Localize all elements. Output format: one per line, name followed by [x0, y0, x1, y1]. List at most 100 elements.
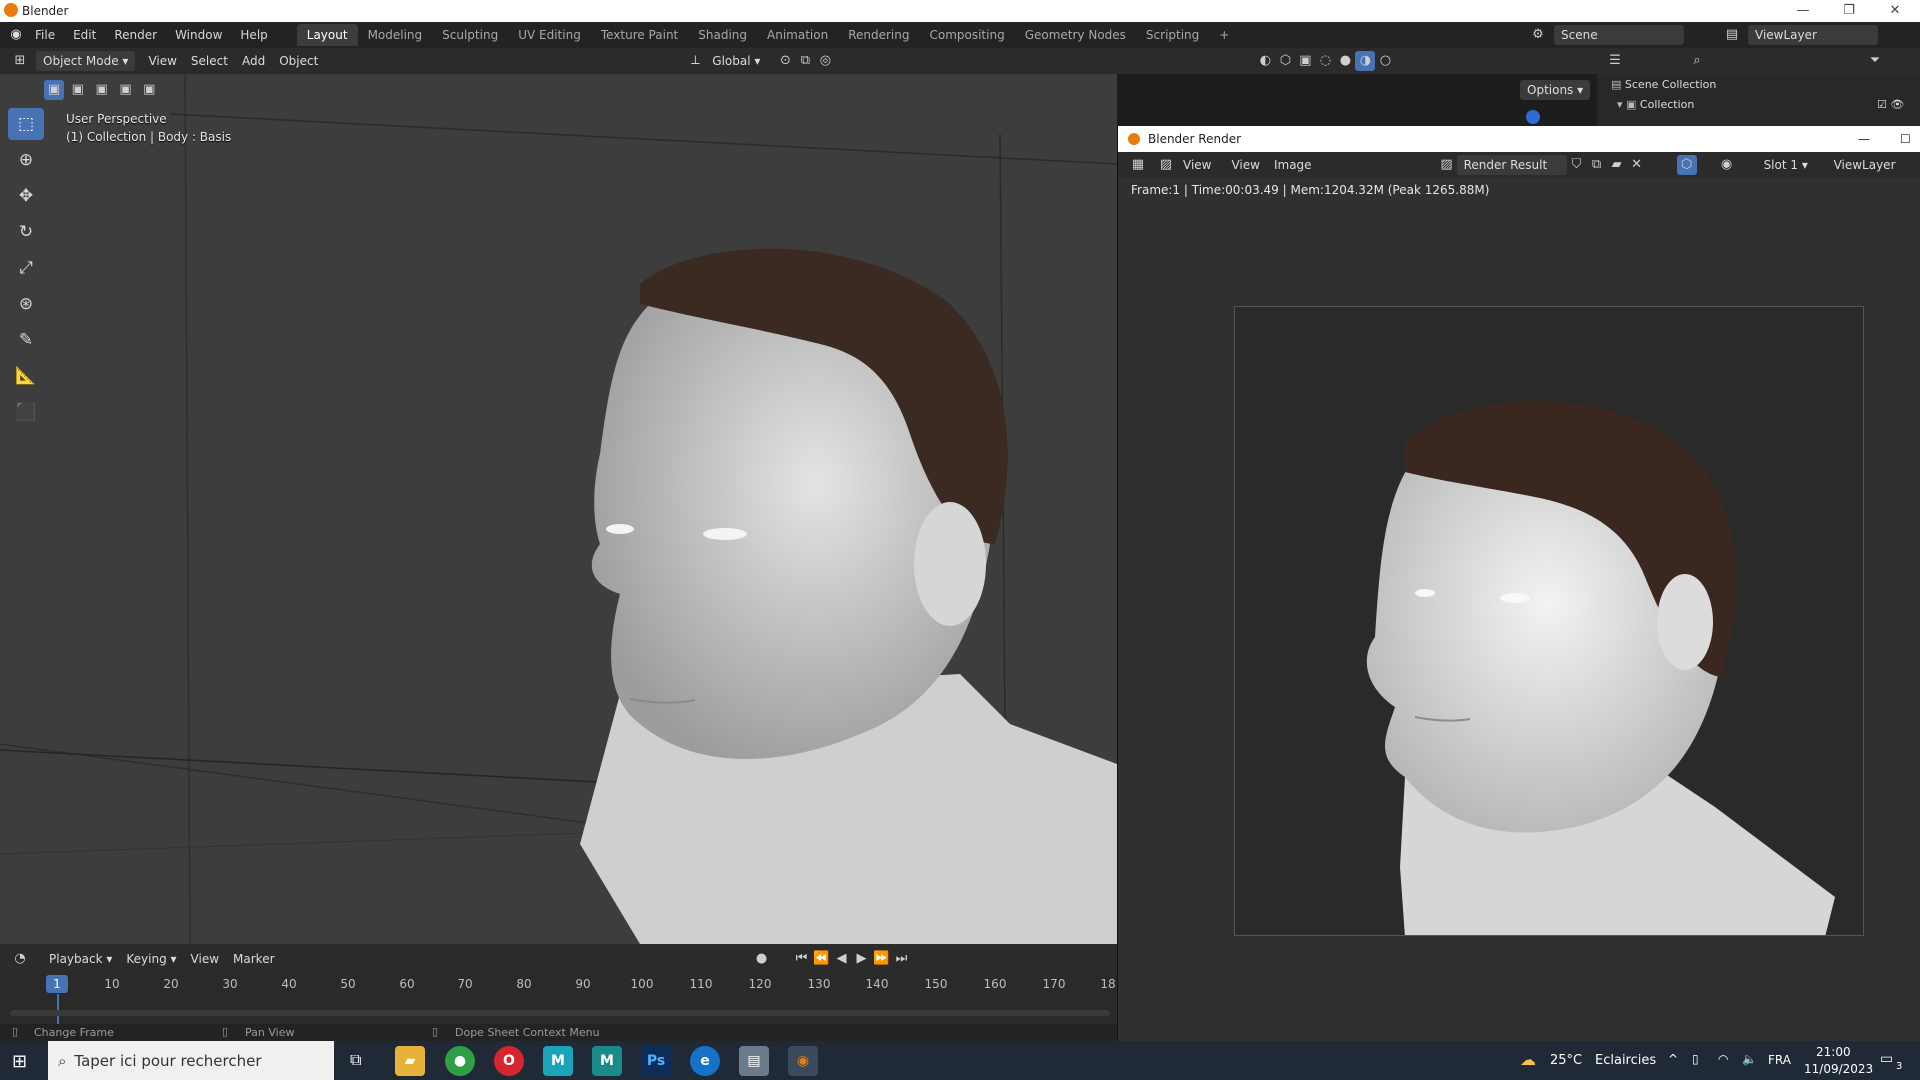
jump-keyframe-forward-icon[interactable]: ⏩ [872, 949, 892, 969]
photoshop-icon[interactable]: Ps [641, 1046, 671, 1076]
image-view-mode-icon[interactable]: ▨ [1156, 155, 1176, 175]
object-mode-dropdown[interactable]: Object Mode ▾ [36, 51, 136, 71]
menu-view[interactable]: View [141, 51, 183, 71]
new-image-icon[interactable]: ⧉ [1587, 155, 1607, 175]
render-overlay-icon[interactable]: ◉ [1717, 155, 1737, 175]
visibility-icon[interactable]: ☑ 👁 [1877, 98, 1904, 111]
gizmo-icon[interactable]: ◐ [1255, 51, 1275, 71]
collection-expand-icon[interactable]: ▾ ▣ [1617, 98, 1640, 111]
volume-icon[interactable]: 🔈 [1742, 1052, 1757, 1066]
close-button[interactable]: ✕ [1872, 0, 1918, 22]
image-browse-icon[interactable]: ▨ [1437, 155, 1457, 175]
image-editor-type-icon[interactable]: ▦ [1128, 155, 1148, 175]
render-result-image[interactable] [1234, 306, 1864, 936]
navigation-gizmo-icon[interactable] [1526, 110, 1540, 124]
task-view-icon[interactable]: ⧉ [350, 1050, 361, 1070]
render-window-maximize-button[interactable]: ☐ [1900, 132, 1911, 146]
tab-compositing[interactable]: Compositing [919, 24, 1014, 46]
timeline-view-menu[interactable]: View [184, 949, 226, 969]
opera-icon[interactable]: O [494, 1046, 524, 1076]
unlink-image-icon[interactable]: ✕ [1627, 155, 1647, 175]
render-menu-image[interactable]: Image [1267, 155, 1319, 175]
weather-text[interactable]: Eclaircies [1595, 1053, 1656, 1068]
menu-render[interactable]: Render [105, 22, 166, 48]
select-subtract-icon[interactable]: ▣ [92, 80, 112, 100]
current-frame-indicator[interactable]: 1 [46, 975, 68, 993]
tray-chevron-icon[interactable]: ^ [1668, 1052, 1678, 1066]
tab-rendering[interactable]: Rendering [838, 24, 919, 46]
clock-date[interactable]: 11/09/2023 [1804, 1062, 1873, 1076]
tab-shading[interactable]: Shading [688, 24, 757, 46]
timeline-scrollbar[interactable] [10, 1010, 1110, 1016]
menu-edit[interactable]: Edit [64, 22, 105, 48]
notification-icon[interactable]: ▭ [1880, 1051, 1893, 1067]
play-icon[interactable]: ▶ [852, 949, 872, 969]
chrome-icon[interactable]: ● [445, 1046, 475, 1076]
mudbox-icon[interactable]: M [592, 1046, 622, 1076]
select-box-tool-icon[interactable]: ⬚ [8, 108, 44, 140]
tab-texture-paint[interactable]: Texture Paint [591, 24, 688, 46]
overlay-icon[interactable]: ⬡ [1275, 51, 1295, 71]
language-indicator[interactable]: FRA [1768, 1053, 1791, 1067]
select-new-icon[interactable]: ▣ [44, 80, 64, 100]
render-view-layer[interactable]: ViewLayer [1827, 155, 1903, 175]
tray-device-icon[interactable]: ▯ [1692, 1052, 1699, 1066]
wireframe-shading-icon[interactable]: ◌ [1315, 51, 1335, 71]
outliner-search-icon[interactable]: ⌕ [1687, 51, 1707, 71]
windows-start-icon[interactable]: ⊞ [12, 1051, 27, 1072]
view-layer-selector[interactable]: ViewLayer [1748, 25, 1878, 45]
tab-animation[interactable]: Animation [757, 24, 838, 46]
edge-icon[interactable]: e [690, 1046, 720, 1076]
menu-file[interactable]: File [26, 22, 64, 48]
tab-geometry-nodes[interactable]: Geometry Nodes [1015, 24, 1136, 46]
keying-menu[interactable]: Keying ▾ [119, 949, 183, 969]
pivot-icon[interactable]: ⊙ [775, 51, 795, 71]
scene-collection-row[interactable]: ▤ Scene Collection [1611, 78, 1716, 91]
weather-temp[interactable]: 25°C [1550, 1053, 1582, 1068]
xray-icon[interactable]: ▣ [1295, 51, 1315, 71]
timeline-area[interactable]: 1 10 20 30 40 50 60 70 80 90 100 110 120… [0, 974, 1117, 1024]
outliner-display-icon[interactable]: ☰ [1605, 51, 1625, 71]
solid-shading-icon[interactable]: ● [1335, 51, 1355, 71]
render-window-minimize-button[interactable]: — [1858, 132, 1870, 146]
frame-ruler[interactable]: 1 10 20 30 40 50 60 70 80 90 100 110 120… [0, 974, 1117, 994]
outliner-filter-icon[interactable]: ⏷ [1865, 51, 1885, 71]
cursor-tool-icon[interactable]: ⊕ [8, 144, 44, 176]
taskbar-search[interactable]: ⌕ Taper ici pour rechercher [48, 1041, 334, 1080]
network-icon[interactable]: ◠ [1718, 1052, 1728, 1066]
jump-end-icon[interactable]: ⏭ [892, 949, 912, 969]
orientation-dropdown[interactable]: Global ▾ [705, 51, 767, 71]
tab-sculpting[interactable]: Sculpting [432, 24, 508, 46]
playback-menu[interactable]: Playback ▾ [42, 949, 119, 969]
render-menu-view-1[interactable]: View [1176, 155, 1218, 175]
tab-layout[interactable]: Layout [296, 24, 358, 46]
maya-icon[interactable]: M [543, 1046, 573, 1076]
file-explorer-icon[interactable]: ▰ [395, 1046, 425, 1076]
fake-user-icon[interactable]: ⛉ [1567, 155, 1587, 175]
menu-select[interactable]: Select [184, 51, 235, 71]
blender-menu-icon[interactable]: ◉ [6, 25, 26, 45]
slot-dropdown[interactable]: Slot 1 ▾ [1757, 155, 1827, 175]
menu-object[interactable]: Object [272, 51, 325, 71]
collection-row[interactable]: ▾ ▣ Collection ☑ 👁 [1617, 98, 1917, 111]
select-invert-icon[interactable]: ▣ [115, 80, 135, 100]
tab-uv-editing[interactable]: UV Editing [508, 24, 591, 46]
scale-tool-icon[interactable]: ⤢ [8, 252, 44, 284]
maximize-button[interactable]: ❐ [1826, 0, 1872, 22]
jump-start-icon[interactable]: ⏮ [792, 949, 812, 969]
3d-viewport[interactable] [0, 74, 1117, 944]
menu-add[interactable]: Add [235, 51, 272, 71]
jump-keyframe-back-icon[interactable]: ⏪ [812, 949, 832, 969]
options-button[interactable]: Options ▾ [1520, 80, 1591, 100]
rotate-tool-icon[interactable]: ↻ [8, 216, 44, 248]
render-menu-view-2[interactable]: View [1224, 155, 1266, 175]
snap-icon[interactable]: ⧉ [795, 51, 815, 71]
app-window-icon[interactable]: ▤ [739, 1046, 769, 1076]
scene-selector[interactable]: Scene [1554, 25, 1684, 45]
render-result-field[interactable]: Render Result [1456, 155, 1567, 175]
timeline-editor-icon[interactable]: ◔ [10, 949, 30, 969]
rendered-shading-icon[interactable]: ○ [1375, 51, 1395, 71]
auto-keying-icon[interactable]: ● [752, 949, 772, 969]
select-extend-icon[interactable]: ▣ [68, 80, 88, 100]
play-reverse-icon[interactable]: ◀ [832, 949, 852, 969]
